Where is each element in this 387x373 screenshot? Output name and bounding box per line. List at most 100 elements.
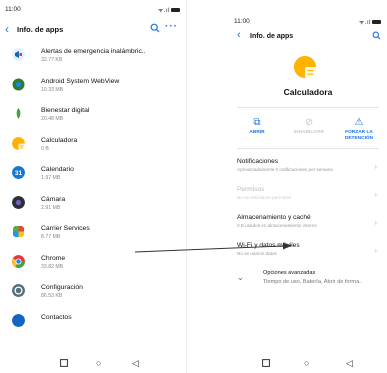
app-size: 0 B xyxy=(41,145,49,152)
open-external-icon: ⧉ xyxy=(253,117,261,128)
calculator-app-icon xyxy=(294,56,316,78)
app-info-screen: 11:00 ᯤ.ıl ‹ Info. de apps Calculadora ⧉… xyxy=(229,0,387,373)
battery-icon xyxy=(372,20,381,25)
setting-permisos: Permisos No se solicitaron permisos › xyxy=(237,186,379,200)
home-circle-icon[interactable]: ○ xyxy=(96,359,101,368)
disable-button[interactable]: ⊘ INHABILITAR xyxy=(284,117,334,136)
warning-icon: ⚠ xyxy=(354,117,364,128)
divider xyxy=(237,148,379,149)
app-name: Calendario xyxy=(41,166,74,173)
search-icon[interactable] xyxy=(150,23,160,33)
app-size: 33.82 MB xyxy=(41,263,64,270)
app-item-configuracion[interactable]: Configuración 86.53 KB xyxy=(0,278,186,308)
app-item-camara[interactable]: Cámara 2.91 MB xyxy=(0,190,186,220)
app-name: Calculadora xyxy=(41,136,78,144)
app-item-bienestar[interactable]: Bienestar digital 20.48 MB xyxy=(0,101,186,131)
disable-label: INHABILITAR xyxy=(293,130,325,135)
chevron-right-icon: › xyxy=(374,246,377,255)
app-item-webview[interactable]: Android System WebView 10.33 MB xyxy=(0,72,186,102)
setting-subtitle: 0 B usados en almacenamiento interno xyxy=(237,223,317,228)
back-triangle-icon[interactable]: ◁ xyxy=(346,359,353,368)
open-button[interactable]: ⧉ ABRIR xyxy=(232,117,282,136)
app-bar: ‹ Info. de apps ··· xyxy=(0,20,186,40)
force-stop-label: FORZAR LA DETENCIÓN xyxy=(344,130,374,141)
app-bar: ‹ Info. de apps xyxy=(229,30,387,46)
app-name-title: Calculadora xyxy=(283,87,333,97)
setting-subtitle: Aproximadamente 0 notificaciones por sem… xyxy=(237,167,333,172)
chevron-right-icon: › xyxy=(374,218,377,227)
more-options-icon[interactable]: ··· xyxy=(165,21,178,32)
back-arrow-icon[interactable]: ‹ xyxy=(237,30,241,41)
app-size: 8.77 MB xyxy=(41,234,61,240)
app-list-screen: 11:00 ᯤ.ıl ‹ Info. de apps ··· Alertas d… xyxy=(0,0,186,373)
status-time: 11:00 xyxy=(234,18,250,25)
settings-icon xyxy=(12,284,25,297)
app-name: Carrier Services xyxy=(41,225,90,232)
back-arrow-icon[interactable]: ‹ xyxy=(5,23,9,35)
home-circle-icon[interactable]: ○ xyxy=(304,359,309,368)
advanced-subtitle: Tiempo de uso, Batería, Abrir de forma.. xyxy=(263,279,363,285)
navigation-bar: ○ ◁ xyxy=(0,355,186,373)
setting-title: Wi-Fi y datos móviles xyxy=(237,242,300,249)
setting-title: Almacenamiento y caché xyxy=(237,214,311,221)
setting-title: Permisos xyxy=(237,186,265,193)
page-title: Info. de apps xyxy=(17,25,64,34)
calendar-icon: 31 xyxy=(12,166,25,179)
app-item-contactos[interactable]: Contactos xyxy=(0,308,186,338)
signal-icon: ᯤ.ıl xyxy=(158,6,180,14)
page-title: Info. de apps xyxy=(250,33,294,40)
status-bar: 11:00 ᯤ.ıl xyxy=(229,16,387,28)
app-name: Alertas de emergencia inalámbric.. xyxy=(41,48,146,55)
gear-icon xyxy=(12,78,25,90)
divider xyxy=(237,107,379,108)
app-size: 10.33 MB xyxy=(41,86,64,93)
app-name: Bienestar digital xyxy=(41,107,90,114)
app-item-chrome[interactable]: Chrome 33.82 MB xyxy=(0,249,186,279)
app-item-carrier[interactable]: Carrier Services 8.77 MB xyxy=(0,219,186,249)
status-bar: 11:00 ᯤ.ıl xyxy=(0,4,186,16)
app-size: 2.91 MB xyxy=(41,204,61,211)
app-name: Contactos xyxy=(41,313,72,321)
svg-text:31: 31 xyxy=(15,170,23,177)
app-item-calendario[interactable]: 31 Calendario 1.97 MB xyxy=(0,160,186,190)
open-label: ABRIR xyxy=(249,130,265,135)
setting-notificaciones[interactable]: Notificaciones Aproximadamente 0 notific… xyxy=(237,158,379,172)
recents-square-icon[interactable] xyxy=(60,359,68,369)
app-item-alertas[interactable]: Alertas de emergencia inalámbric.. 32.77… xyxy=(0,42,186,72)
app-size: 1.97 MB xyxy=(41,175,61,181)
app-name: Android System WebView xyxy=(41,77,120,85)
app-item-calculadora[interactable]: Calculadora 0 B xyxy=(0,131,186,161)
app-name: Chrome xyxy=(41,254,66,262)
setting-subtitle: No se solicitaron permisos xyxy=(237,195,291,200)
setting-subtitle: No se usaron datos xyxy=(237,251,277,256)
app-size: 20.48 MB xyxy=(41,116,64,122)
chevron-down-icon: ⌄ xyxy=(237,273,244,282)
chevron-right-icon: › xyxy=(374,162,377,171)
app-size: 32.77 KB xyxy=(41,57,63,63)
setting-almacenamiento[interactable]: Almacenamiento y caché 0 B usados en alm… xyxy=(237,214,379,228)
app-list: Alertas de emergencia inalámbric.. 32.77… xyxy=(0,42,186,337)
setting-wifi-datos[interactable]: Wi-Fi y datos móviles No se usaron datos… xyxy=(237,242,379,256)
setting-title: Notificaciones xyxy=(237,158,279,165)
contacts-icon xyxy=(12,313,25,327)
megaphone-icon xyxy=(12,48,25,61)
signal-icon: ᯤ.ıl xyxy=(359,18,381,26)
recents-square-icon[interactable] xyxy=(262,359,270,369)
calculator-icon xyxy=(12,136,25,150)
app-name: Cámara xyxy=(41,195,66,203)
battery-icon xyxy=(171,8,180,13)
navigation-bar: ○ ◁ xyxy=(229,355,387,373)
block-icon: ⊘ xyxy=(304,117,314,128)
back-triangle-icon[interactable]: ◁ xyxy=(132,359,139,368)
screen-divider xyxy=(186,0,187,373)
chrome-icon xyxy=(12,254,25,268)
app-size: 86.53 KB xyxy=(41,293,63,299)
chevron-right-icon: › xyxy=(374,190,377,199)
puzzle-icon xyxy=(13,226,24,237)
force-stop-button[interactable]: ⚠ FORZAR LA DETENCIÓN xyxy=(334,117,384,142)
search-icon[interactable] xyxy=(372,31,381,40)
status-time: 11:00 xyxy=(5,6,21,13)
advanced-title: Opciones avanzadas xyxy=(263,270,316,276)
app-name: Configuración xyxy=(41,284,83,291)
camera-icon xyxy=(12,195,25,209)
